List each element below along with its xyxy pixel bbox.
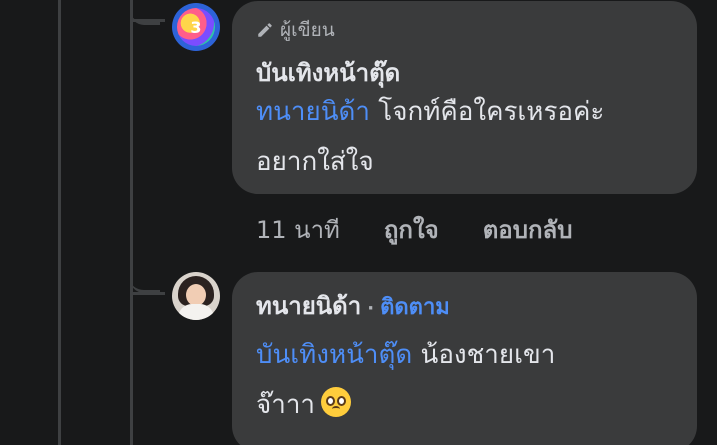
thread-line-inner: [130, 0, 133, 445]
comment-author-row: ทนายนิด้า · ติดตาม: [256, 286, 450, 325]
comment-text: บันเทิงหน้าตุ๊ด น้องชายเขา จ๊าาา: [256, 330, 686, 430]
mention-link[interactable]: บันเทิงหน้าตุ๊ด: [256, 340, 412, 370]
author-badge-label: ผู้เขียน: [280, 19, 335, 41]
mention-link[interactable]: ทนายนิด้า: [256, 97, 370, 127]
thread-branch-1: [133, 19, 165, 22]
comment-text-line2: อยากใส่ใจ: [256, 147, 374, 177]
comment-bubble: ผู้เขียน บันเทิงหน้าตุ๊ด ทนายนิด้า โจกท์…: [232, 1, 697, 194]
avatar[interactable]: 3: [172, 3, 220, 51]
comment-bubble: ทนายนิด้า · ติดตาม บันเทิงหน้าตุ๊ด น้องชาย…: [232, 272, 697, 445]
thread-branch-2: [133, 292, 165, 295]
avatar-body: [178, 304, 214, 320]
comment-text: ทนายนิด้า โจกท์คือใครเหรอค่ะ อยากใส่ใจ: [256, 87, 686, 187]
avatar[interactable]: [172, 272, 220, 320]
comment-text-line1: โจกท์คือใครเหรอค่ะ: [370, 97, 605, 127]
pencil-icon: [258, 23, 272, 37]
reply-button[interactable]: ตอบกลับ: [483, 210, 573, 249]
thread-connector-2: [130, 268, 160, 293]
follow-button[interactable]: ติดตาม: [380, 295, 450, 320]
thread-line-outer: [58, 0, 61, 445]
comment-text-line1: น้องชายเขา: [412, 340, 556, 370]
comment-thread: 3 ผู้เขียน บันเทิงหน้าตุ๊ด ทนายนิด้า โจก…: [0, 0, 717, 445]
avatar-face: [186, 284, 206, 306]
like-button[interactable]: ถูกใจ: [384, 210, 439, 249]
separator-dot: ·: [367, 298, 375, 319]
avatar-image: 3: [177, 8, 215, 46]
comment-author-name[interactable]: ทนายนิด้า: [256, 292, 361, 320]
comment-timestamp[interactable]: 11 นาที: [256, 210, 340, 249]
comment-actions: 11 นาที ถูกใจ ตอบกลับ: [256, 210, 616, 249]
author-badge: ผู้เขียน: [256, 15, 335, 45]
pleading-face-emoji: [321, 387, 352, 417]
comment-text-line2: จ๊าาา: [256, 390, 316, 420]
